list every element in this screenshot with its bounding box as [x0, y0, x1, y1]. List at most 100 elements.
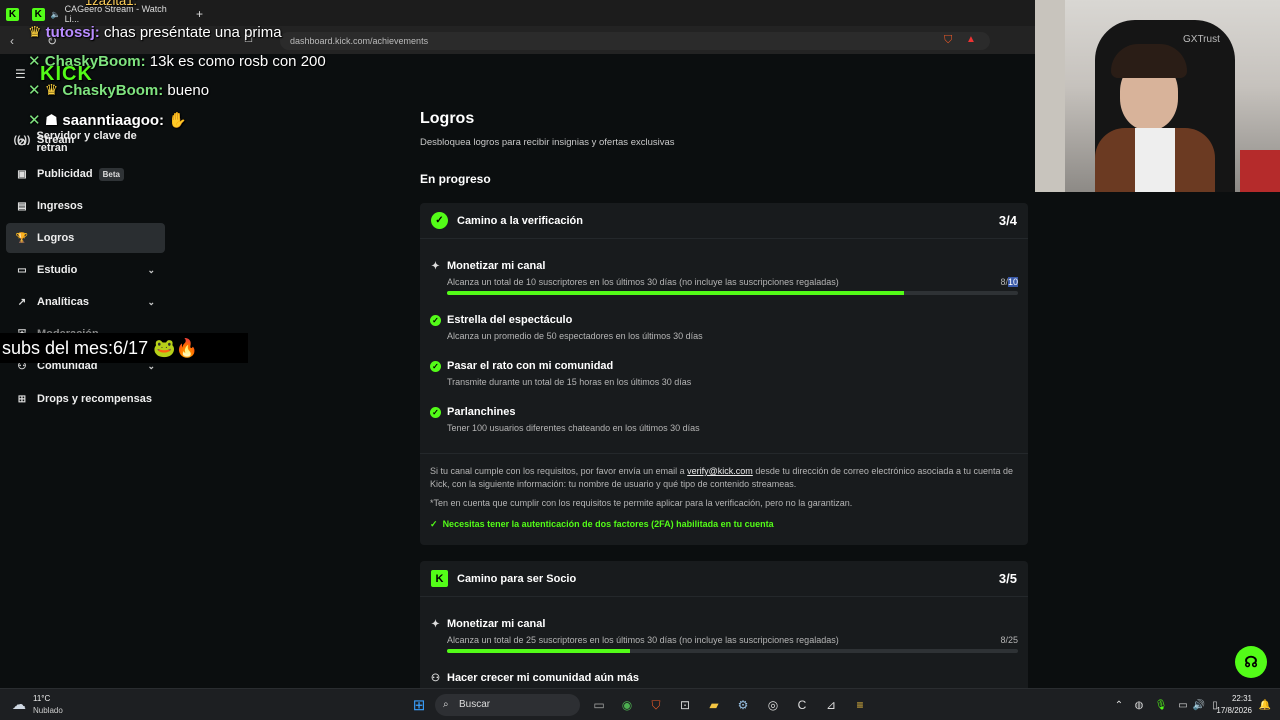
- weather-temp[interactable]: 11°C: [33, 694, 50, 703]
- url-field[interactable]: dashboard.kick.com/achievements: [280, 32, 990, 50]
- progress-bar: [447, 291, 1018, 295]
- kick-tab-pinned[interactable]: K: [6, 4, 25, 24]
- chart-icon: ▤: [17, 200, 27, 212]
- sidebar-item-studio[interactable]: ▭ Estudio ⌄: [6, 255, 165, 285]
- achievement-desc: Alcanza un total de 10 suscriptores en l…: [447, 277, 839, 287]
- achievement-item: ✓ Pasar el rato con mi comunidad Transmi…: [430, 360, 1018, 390]
- chevron-down-icon: ⌄: [147, 296, 155, 307]
- achievement-desc: Transmite durante un total de 15 horas e…: [447, 377, 692, 387]
- progress-bar: [447, 649, 1018, 653]
- sidebar-item-achievements[interactable]: 🏆 Logros: [6, 223, 165, 253]
- verification-card: ✓ Camino a la verificación 3/4 ✦ Monetiz…: [420, 203, 1028, 545]
- verification-info: Si tu canal cumple con los requisitos, p…: [430, 466, 1013, 489]
- chat-top-user: 1zazita1:: [85, 0, 138, 8]
- subs-counter: subs del mes:6/17 🐸🔥: [0, 333, 248, 363]
- brave-icon[interactable]: ⛉: [647, 696, 665, 714]
- sidebar-item-server-key[interactable]: ⊘ Servidor y clave de retran: [6, 127, 165, 157]
- section-heading: En progreso: [420, 172, 491, 186]
- chrome-icon[interactable]: ◉: [618, 696, 636, 714]
- brave-rewards-icon[interactable]: ▲: [966, 34, 976, 45]
- achievement-desc: Tener 100 usuarios diferentes chateando …: [447, 423, 700, 433]
- menu-icon[interactable]: ☰: [15, 67, 26, 81]
- windows-start-icon[interactable]: ⊞: [410, 696, 428, 714]
- check-circle-icon: ✓: [430, 407, 441, 418]
- email-link[interactable]: verify@kick.com: [687, 466, 753, 476]
- sidebar-item-label: Servidor y clave de retran: [36, 130, 137, 154]
- pepe-emote-icon: 🐸: [153, 338, 176, 358]
- achievement-title: Parlanchines: [447, 406, 516, 418]
- clock-time[interactable]: 22:31: [1214, 694, 1252, 703]
- achievement-title: Pasar el rato con mi comunidad: [447, 360, 614, 372]
- sidebar-item-label: Logros: [37, 232, 75, 244]
- sword-icon: ✕: [28, 82, 41, 99]
- headset-support-icon[interactable]: ☊: [1235, 646, 1267, 678]
- sparkle-icon: ✦: [431, 261, 440, 272]
- wall: [1035, 0, 1065, 192]
- sparkle-icon: ✦: [431, 619, 440, 630]
- clock-date[interactable]: 17/8/2026: [1212, 706, 1252, 715]
- kick-logo-icon: K: [431, 570, 448, 587]
- sidebar-item-label: Publicidad: [37, 168, 93, 180]
- card-title: Camino para ser Socio: [457, 572, 577, 585]
- search-icon: ⌕: [443, 699, 449, 710]
- emote-icon: ✋: [168, 112, 187, 129]
- microphone-icon[interactable]: 🎙: [1152, 696, 1170, 714]
- check-circle-icon: ✓: [430, 361, 441, 372]
- cloud-icon: ☁: [12, 696, 26, 712]
- ccleaner-icon[interactable]: C: [793, 696, 811, 714]
- sidebar-item-drops[interactable]: ⊞ Drops y recompensas: [6, 384, 165, 414]
- achievement-title: Hacer crecer mi comunidad aún más: [447, 672, 639, 684]
- gift-icon: ⊞: [17, 393, 27, 405]
- weather-desc[interactable]: Nublado: [33, 706, 63, 715]
- sidebar-item-label: Drops y recompensas: [37, 393, 152, 405]
- achievement-title: Monetizar mi canal: [447, 260, 546, 272]
- achievement-item: ✓ Estrella del espectáculo Alcanza un pr…: [430, 314, 1018, 344]
- right-panel: ☊: [1035, 192, 1280, 688]
- kick-favicon-icon: K: [32, 7, 45, 21]
- folder-icon[interactable]: ▰: [705, 696, 723, 714]
- achievement-item: ⚇ Hacer crecer mi comunidad aún más: [430, 672, 1018, 688]
- card-header: K Camino para ser Socio 3/5: [420, 561, 1028, 597]
- brave-shield-icon[interactable]: ⛉: [944, 34, 952, 47]
- steam-icon[interactable]: ⚙: [734, 696, 752, 714]
- achievement-desc: Alcanza un total de 25 suscriptores en l…: [447, 635, 839, 645]
- new-tab-button[interactable]: +: [196, 4, 203, 24]
- app-icon[interactable]: ⊿: [822, 696, 840, 714]
- chat-line: ✕ ☗ saanntiaagoo: ✋: [28, 112, 187, 129]
- divider: [420, 453, 1028, 454]
- badge-icon: ☗: [44, 112, 59, 129]
- task-view-icon[interactable]: ▭: [590, 696, 608, 714]
- taskbar-search[interactable]: ⌕ Buscar: [435, 694, 580, 716]
- sidebar-item-label: Ingresos: [37, 200, 83, 212]
- sidebar-item-analytics[interactable]: ↗ Analíticas ⌄: [6, 287, 165, 317]
- card-title: Camino a la verificación: [457, 214, 583, 227]
- sidebar-item-label: Analíticas: [37, 296, 89, 308]
- kick-dashboard: ((·)) Stream ⊘ Servidor y clave de retra…: [0, 54, 1035, 688]
- store-icon[interactable]: ⊡: [676, 696, 694, 714]
- shirt: [1135, 128, 1175, 192]
- achievement-item: ✦ Monetizar mi canal Alcanza un total de…: [430, 618, 1018, 658]
- notification-icon[interactable]: 🔔: [1256, 696, 1274, 714]
- page-subtitle: Desbloquea logros para recibir insignias…: [420, 137, 675, 148]
- webcam-overlay: GXTrust: [1035, 0, 1280, 192]
- discord-icon[interactable]: ◍: [1130, 696, 1148, 714]
- card-header: ✓ Camino a la verificación 3/4: [420, 203, 1028, 239]
- sidebar-item-label: Estudio: [37, 264, 78, 276]
- window-icon: ▣: [17, 168, 27, 180]
- sword-icon: ✕: [28, 112, 41, 129]
- achievement-title: Estrella del espectáculo: [447, 314, 573, 326]
- achievement-value: 8/25: [1000, 635, 1018, 645]
- obs-icon[interactable]: ◎: [764, 696, 782, 714]
- sidebar-item-income[interactable]: ▤ Ingresos: [6, 191, 165, 221]
- streamer-hair: [1111, 44, 1187, 78]
- sidebar-item-ads[interactable]: ▣ Publicidad Beta: [6, 159, 165, 189]
- layers-icon[interactable]: ≡: [851, 696, 869, 714]
- verification-note: *Ten en cuenta que cumplir con los requi…: [430, 498, 853, 508]
- chat-line: ♛ tutossj: chas preséntate una prima: [28, 24, 282, 41]
- card-count: 3/5: [998, 571, 1017, 586]
- check-icon: ✓: [430, 519, 438, 529]
- chevron-up-icon[interactable]: ⌃: [1110, 696, 1128, 714]
- back-icon[interactable]: ‹: [10, 34, 14, 48]
- studio-icon: ▭: [17, 264, 27, 276]
- progress-fill: [447, 649, 630, 653]
